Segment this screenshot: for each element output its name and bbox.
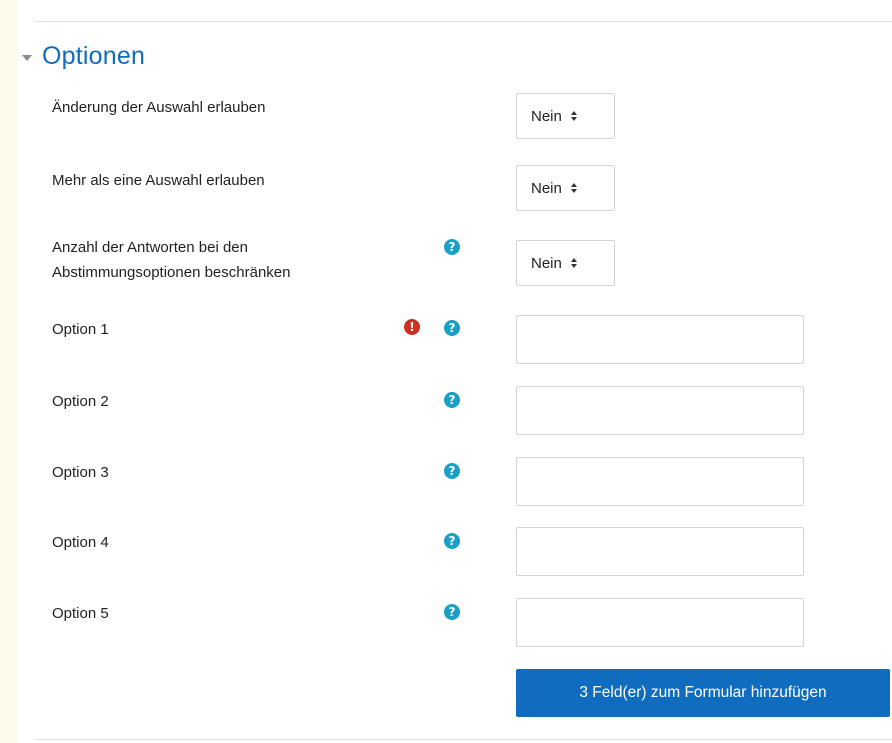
select-value: Nein — [531, 254, 562, 272]
setting-label-limit-answers: Anzahl der Antworten bei den Abstimmungs… — [52, 235, 290, 285]
option-label: Option 2 — [52, 393, 109, 410]
caret-down-icon[interactable] — [22, 54, 32, 61]
setting-label-line: Anzahl der Antworten bei den — [52, 239, 248, 256]
allow-multiple-select[interactable]: Nein — [516, 165, 615, 211]
setting-label-allow-change: Änderung der Auswahl erlauben — [52, 99, 266, 116]
option-label: Option 5 — [52, 605, 109, 622]
option-2-input[interactable] — [516, 386, 804, 435]
select-arrows-icon — [570, 258, 577, 268]
allow-change-select[interactable]: Nein — [516, 93, 615, 139]
error-icon: ! — [404, 319, 420, 335]
option-label: Option 1 — [52, 321, 109, 338]
select-value: Nein — [531, 107, 562, 125]
section-header-optionen[interactable]: Optionen — [22, 42, 145, 71]
setting-label-allow-multiple: Mehr als eine Auswahl erlauben — [52, 172, 265, 189]
option-label: Option 4 — [52, 534, 109, 551]
option-3-input[interactable] — [516, 457, 804, 506]
section-divider-top — [35, 21, 892, 22]
add-fields-button[interactable]: 3 Feld(er) zum Formular hinzufügen — [516, 669, 890, 717]
help-icon[interactable]: ? — [444, 533, 460, 549]
section-title: Optionen — [42, 42, 146, 70]
select-arrows-icon — [570, 183, 577, 193]
limit-answers-select[interactable]: Nein — [516, 240, 615, 286]
help-icon[interactable]: ? — [444, 463, 460, 479]
help-icon[interactable]: ? — [444, 392, 460, 408]
help-icon[interactable]: ? — [444, 239, 460, 255]
option-4-input[interactable] — [516, 527, 804, 576]
option-label: Option 3 — [52, 464, 109, 481]
select-arrows-icon — [570, 111, 577, 121]
help-icon[interactable]: ? — [444, 604, 460, 620]
setting-label-line: Abstimmungsoptionen beschränken — [52, 264, 291, 281]
section-divider-bottom — [35, 739, 892, 740]
select-value: Nein — [531, 179, 562, 197]
option-5-input[interactable] — [516, 598, 804, 647]
option-1-input[interactable] — [516, 315, 804, 364]
help-icon[interactable]: ? — [444, 320, 460, 336]
